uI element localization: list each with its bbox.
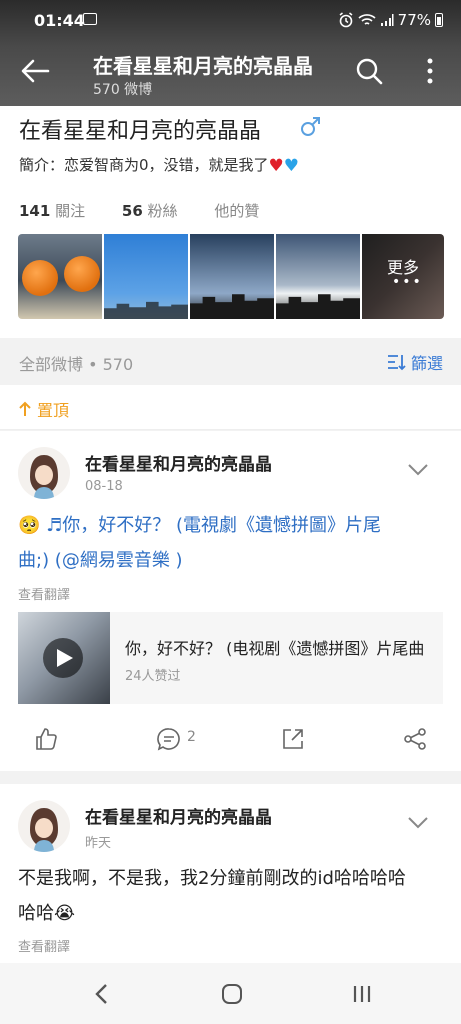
battery-icon [435, 13, 443, 27]
post-time: 08-18 [85, 479, 123, 494]
post-time: 昨天 [85, 836, 112, 851]
top-nav: 在看星星和月亮的亮晶晶 570 微博 [0, 40, 461, 106]
photo-thumb-sky[interactable] [104, 234, 188, 319]
share-icon[interactable] [403, 727, 427, 751]
post-actions: 2 [0, 719, 461, 759]
photo-thumb-more[interactable]: 更多 ••• [362, 234, 444, 319]
music-cover [18, 612, 110, 704]
search-icon[interactable] [354, 56, 384, 86]
music-title: 你，好不好？ (电视剧《遗憾拼图》片尾曲 [125, 639, 425, 658]
profile-bio: 簡介：恋爱智商为0，没错，就是我了♥♥ [19, 154, 299, 176]
avatar-illustration-icon [30, 808, 58, 852]
avatar[interactable] [18, 447, 70, 499]
post-username[interactable]: 在看星星和月亮的亮晶晶 [85, 450, 272, 475]
photo-thumb-dusk[interactable] [190, 234, 274, 319]
system-recent-apps-icon[interactable] [352, 985, 372, 1003]
signal-icon [380, 14, 394, 26]
system-home-icon[interactable] [222, 984, 242, 1004]
pleading-face-icon: 🥺 [18, 515, 41, 536]
nav-title: 在看星星和月亮的亮晶晶 [93, 54, 313, 78]
male-gender-icon [301, 117, 320, 136]
avatar[interactable] [18, 800, 70, 852]
photo-strip: 更多 ••• [18, 234, 444, 319]
stat-followers[interactable]: 56 粉絲 [122, 200, 178, 221]
nav-post-count: 570 微博 [93, 82, 153, 98]
photo-thumb-oranges[interactable] [18, 234, 102, 319]
play-icon [57, 649, 73, 667]
red-heart-icon: ♥ [268, 156, 284, 176]
chevron-down-icon[interactable] [407, 816, 429, 830]
post-username[interactable]: 在看星星和月亮的亮晶晶 [85, 803, 272, 828]
comment-icon[interactable] [157, 727, 181, 751]
repost-icon[interactable] [281, 727, 305, 751]
stat-following[interactable]: 141 關注 [19, 200, 85, 221]
translate-link[interactable]: 查看翻譯 [18, 936, 70, 955]
bio-text: 簡介：恋爱智商为0，没错，就是我了 [19, 156, 269, 174]
blue-heart-icon: ♥ [283, 156, 300, 176]
chevron-down-icon[interactable] [407, 463, 429, 477]
status-time: 01:44 [34, 11, 85, 30]
avatar-illustration-icon [30, 455, 58, 499]
filter-button[interactable]: 篩選 [387, 350, 443, 374]
post-card[interactable]: 在看星星和月亮的亮晶晶 08-18 🥺 ♬你，好不好？ (電視劇《遺憾拼圖》片尾… [0, 431, 461, 771]
post-text: 🥺 ♬你，好不好？ (電視劇《遺憾拼圖》片尾 曲;) (@網易雲音樂 ) [18, 508, 438, 578]
profile-stats: 141 關注 56 粉絲 他的贊 [19, 200, 291, 221]
stat-likes[interactable]: 他的贊 [214, 200, 259, 221]
comment-count: 2 [187, 729, 196, 745]
post-card[interactable]: 在看星星和月亮的亮晶晶 昨天 不是我啊，不是我，我2分鐘前剛改的id哈哈哈哈 哈… [0, 784, 461, 974]
pinned-bar: 置頂 [0, 385, 461, 430]
profile-name: 在看星星和月亮的亮晶晶 [19, 119, 262, 144]
status-bar: 01:44 77% [0, 0, 461, 40]
arrow-up-icon [19, 401, 31, 416]
translate-link[interactable]: 查看翻譯 [18, 584, 70, 603]
gallery-notification-icon [83, 13, 97, 25]
battery-percent: 77% [397, 11, 431, 29]
all-posts-label: 全部微博 • 570 [19, 355, 134, 374]
filter-label: 篩選 [411, 354, 444, 373]
profile-header: 01:44 77% 在看星星和月亮的亮晶晶 570 微博 [0, 0, 461, 106]
wifi-icon [358, 14, 376, 25]
profile-section: 在看星星和月亮的亮晶晶 簡介：恋爱智商为0，没错，就是我了♥♥ 141 關注 5… [0, 106, 461, 338]
music-likes: 24人赞过 [125, 669, 181, 684]
photo-thumb-sunset[interactable] [276, 234, 360, 319]
status-right: 77% [338, 11, 443, 29]
like-icon[interactable] [34, 727, 58, 751]
more-options-icon[interactable] [418, 56, 442, 86]
play-button[interactable] [43, 638, 83, 678]
filter-icon [388, 355, 406, 371]
filter-bar: 全部微博 • 570 篩選 [0, 338, 461, 384]
more-dots-icon: ••• [392, 274, 423, 290]
system-back-icon[interactable] [94, 983, 110, 1005]
system-nav-bar [0, 963, 461, 1024]
post-music-link[interactable]: 曲;) (@網易雲音樂 ) [18, 550, 183, 571]
laughing-tears-icon: 😭 [54, 903, 76, 924]
pinned-label: 置頂 [19, 397, 69, 421]
post-song-link[interactable]: ♬你，好不好？ (電視劇《遺憾拼圖》片尾 [46, 515, 381, 536]
back-arrow-icon[interactable] [18, 54, 52, 88]
post-text: 不是我啊，不是我，我2分鐘前剛改的id哈哈哈哈 哈哈😭 [18, 868, 406, 924]
alarm-icon [339, 12, 353, 28]
